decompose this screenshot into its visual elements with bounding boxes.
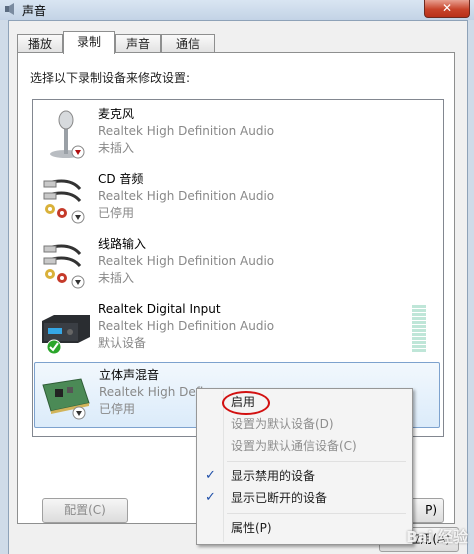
tab-communications[interactable]: 通信 xyxy=(161,34,215,53)
checkmark-icon: ✓ xyxy=(205,490,216,505)
device-status: 默认设备 xyxy=(98,336,147,350)
configure-button[interactable]: 配置(C) xyxy=(42,498,128,523)
rca-cable-icon xyxy=(43,244,85,289)
device-status: 未插入 xyxy=(98,141,135,155)
level-meter xyxy=(412,305,426,353)
tab-recording[interactable]: 录制 xyxy=(63,31,115,54)
close-button[interactable]: ✕ xyxy=(424,0,470,18)
device-item-line-in[interactable]: 线路输入 Realtek High Definition Audio 未插入 xyxy=(34,232,440,296)
device-driver: Realtek High Definition Audio xyxy=(98,189,275,203)
speaker-icon xyxy=(5,3,14,15)
menu-separator xyxy=(227,461,406,462)
device-driver: Realtek High Definition Audio xyxy=(98,254,275,268)
device-status: 未插入 xyxy=(98,271,135,285)
tab-playback[interactable]: 播放 xyxy=(17,34,63,53)
menu-item-set-default-comm[interactable]: 设置为默认通信设备(C) xyxy=(199,435,408,457)
device-name: CD 音频 xyxy=(98,172,144,186)
device-name: Realtek Digital Input xyxy=(98,302,221,316)
device-item-cd-audio[interactable]: CD 音频 Realtek High Definition Audio 已停用 xyxy=(34,167,440,231)
menu-separator xyxy=(227,513,406,514)
digital-receiver-icon xyxy=(42,315,90,355)
rca-cable-icon xyxy=(43,179,85,224)
device-name: 麦克风 xyxy=(98,107,135,121)
checkmark-icon: ✓ xyxy=(205,468,216,483)
device-item-microphone[interactable]: 麦克风 Realtek High Definition Audio 未插入 xyxy=(34,102,440,166)
microphone-icon xyxy=(50,110,85,159)
device-status: 已停用 xyxy=(99,402,136,416)
menu-item-properties[interactable]: 属性(P) xyxy=(199,517,408,539)
watermark: Bai 经验 xyxy=(406,528,468,546)
device-status: 已停用 xyxy=(98,206,135,220)
menu-item-set-default[interactable]: 设置为默认设备(D) xyxy=(199,413,408,435)
instruction-text: 选择以下录制设备来修改设置: xyxy=(30,71,191,85)
highlight-circle xyxy=(222,391,270,415)
device-driver: Realtek High Definition Audio xyxy=(98,124,275,138)
device-list[interactable]: 麦克风 Realtek High Definition Audio 未插入 CD… xyxy=(32,99,444,437)
menu-item-show-disconnected[interactable]: ✓ 显示已断开的设备 xyxy=(199,487,408,509)
title-bar: 声音 ✕ xyxy=(0,0,474,20)
device-name: 立体声混音 xyxy=(99,368,160,382)
menu-item-show-disabled[interactable]: ✓ 显示禁用的设备 xyxy=(199,465,408,487)
device-name: 线路输入 xyxy=(98,237,147,251)
device-driver: Realtek High Defi xyxy=(99,385,204,399)
sound-card-icon xyxy=(42,378,90,420)
window-title: 声音 xyxy=(22,4,47,18)
tab-sounds[interactable]: 声音 xyxy=(115,34,161,53)
device-item-digital-input[interactable]: Realtek Digital Input Realtek High Defin… xyxy=(34,297,440,361)
device-driver: Realtek High Definition Audio xyxy=(98,319,275,333)
